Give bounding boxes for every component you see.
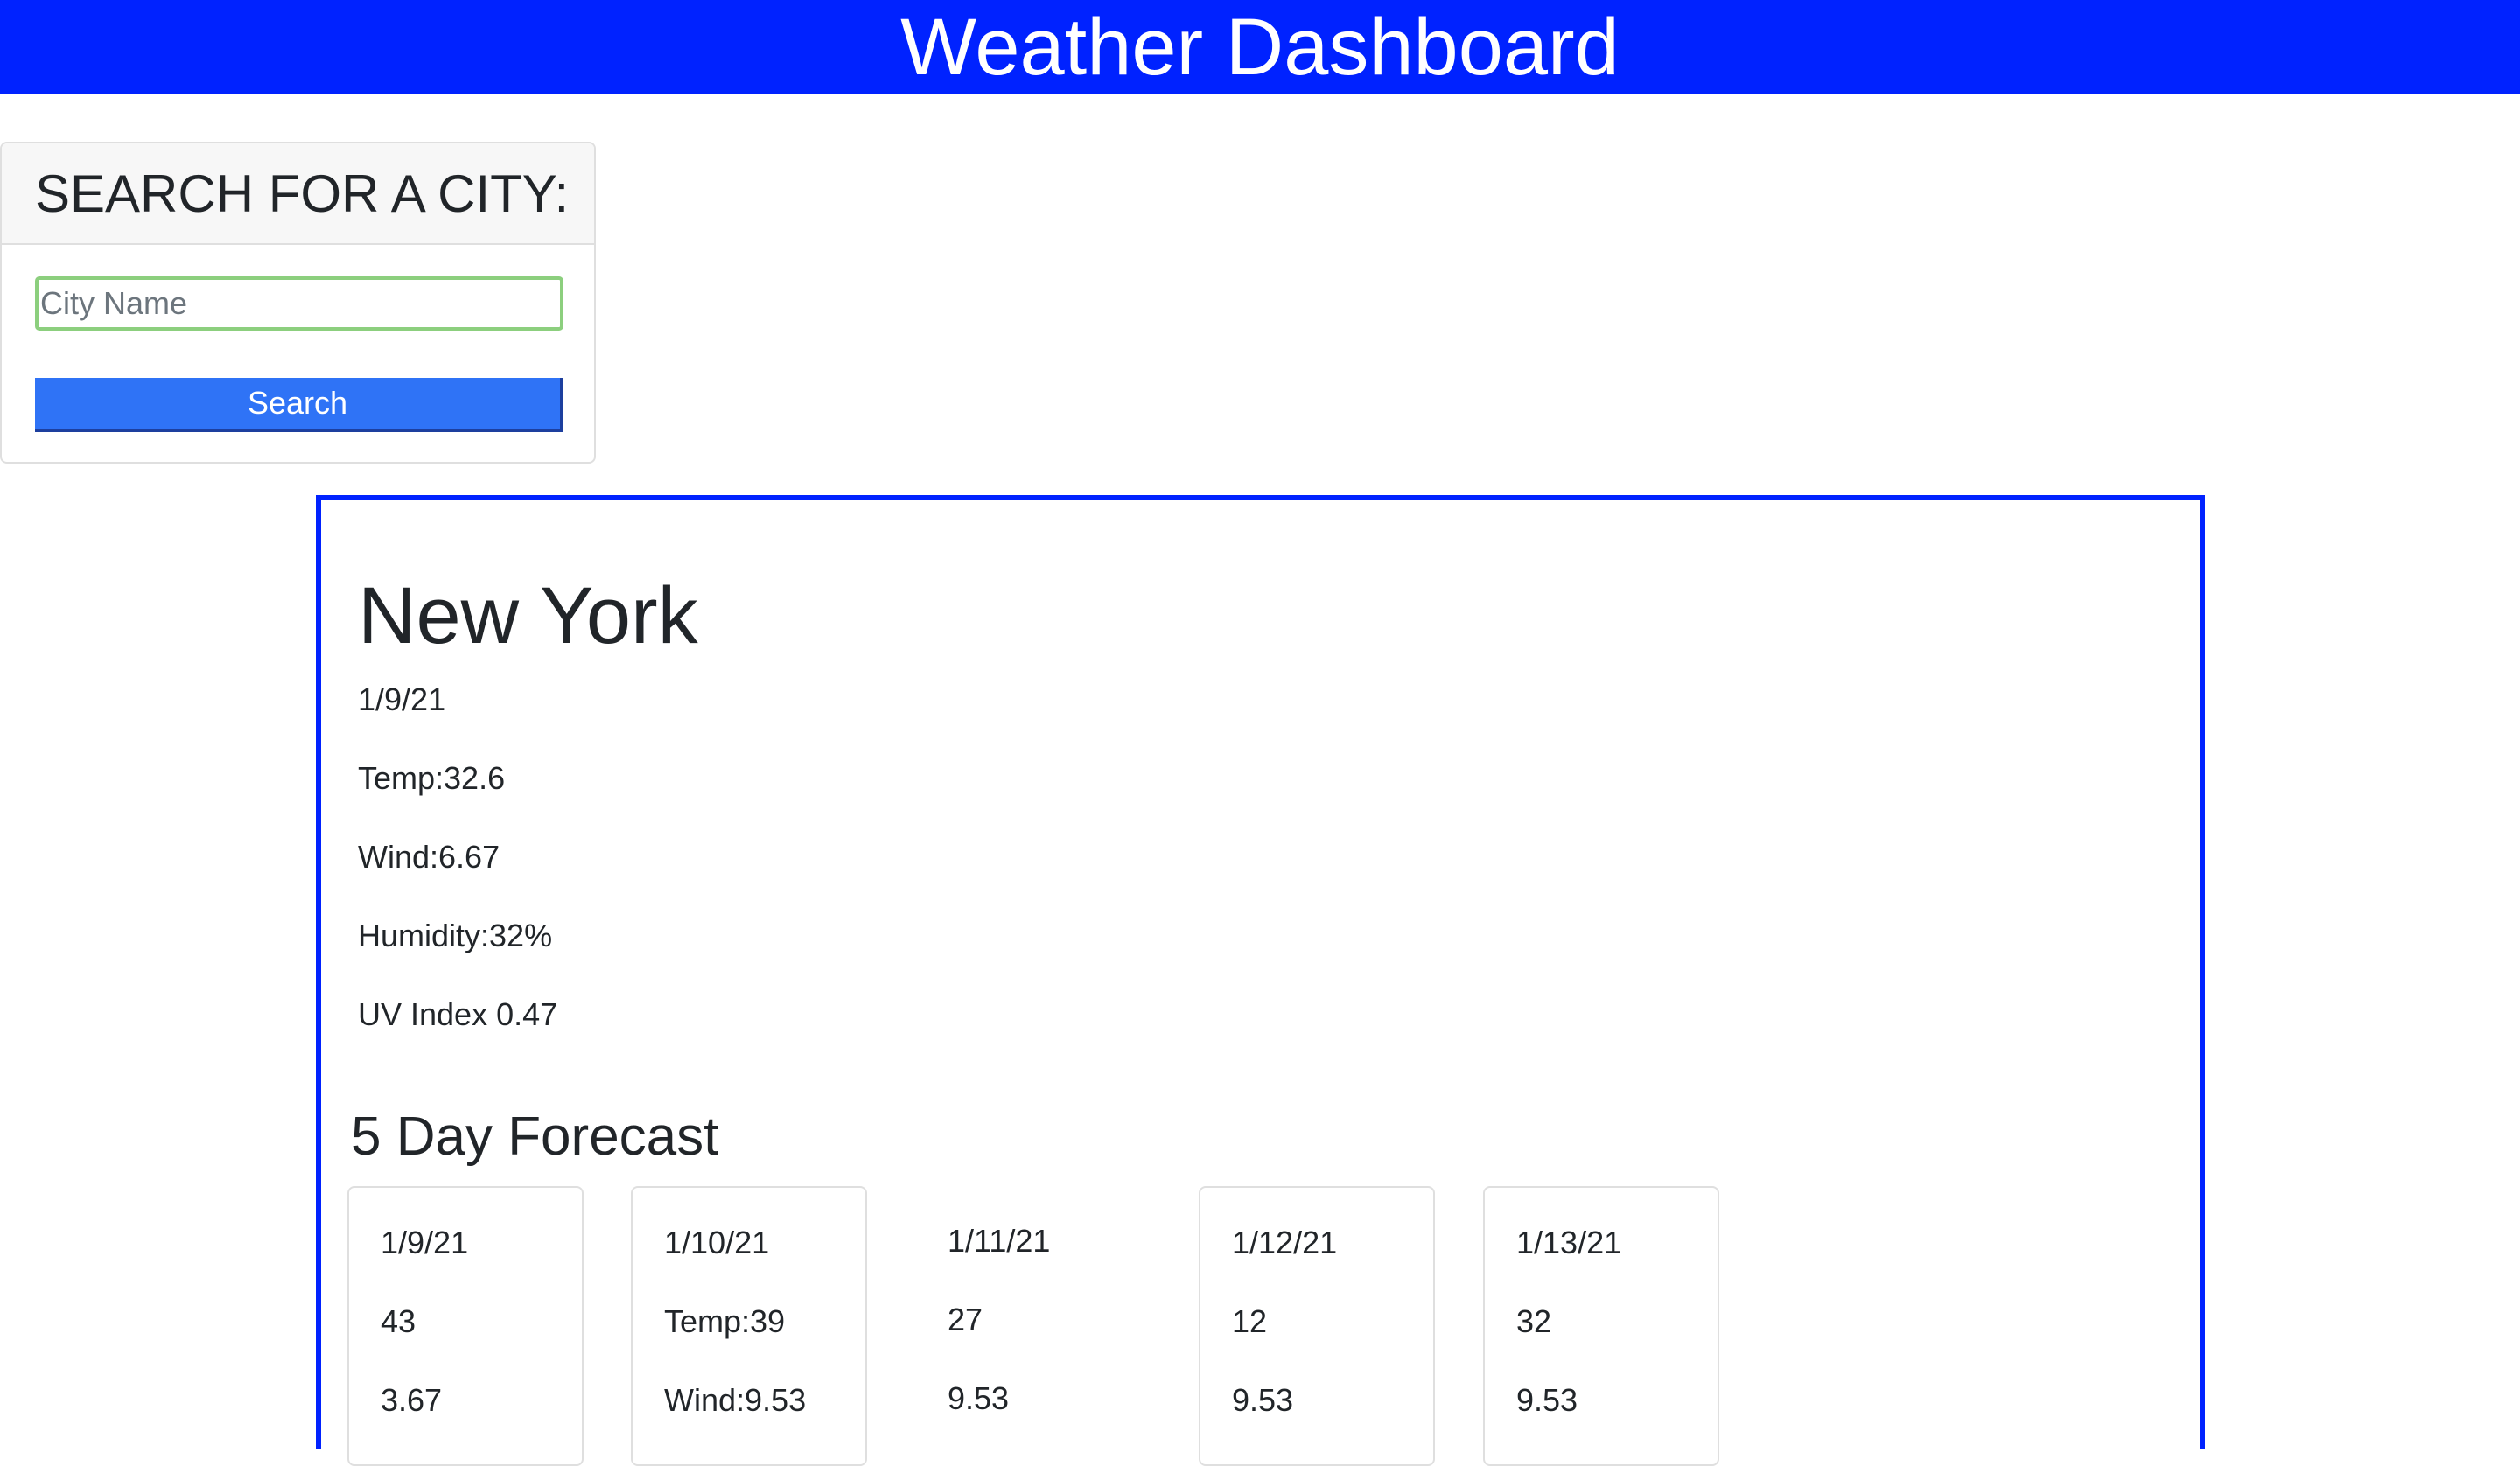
weather-panel: New York 1/9/21 Temp:32.6 Wind:6.67 Humi… [316, 495, 2205, 1466]
forecast-date: 1/13/21 [1516, 1225, 1622, 1260]
forecast-wind: 9.53 [1516, 1382, 1578, 1418]
forecast-card: 1/10/21 Temp:39 Wind:9.53 [631, 1186, 867, 1466]
current-date: 1/9/21 [358, 681, 446, 717]
app-header: Weather Dashboard [0, 0, 2520, 94]
current-uv-index: UV Index 0.47 [358, 996, 558, 1032]
page-title: Weather Dashboard [900, 3, 1620, 92]
forecast-wind: 3.67 [381, 1382, 443, 1418]
forecast-date: 1/10/21 [664, 1225, 770, 1260]
city-name-input[interactable] [35, 276, 564, 331]
forecast-card: 1/12/21 12 9.53 [1199, 1186, 1435, 1466]
forecast-temp: Temp:39 [664, 1303, 786, 1339]
current-humidity: Humidity:32% [358, 918, 553, 953]
current-wind: Wind:6.67 [358, 839, 500, 875]
forecast-temp: 32 [1516, 1303, 1552, 1339]
forecast-title: 5 Day Forecast [351, 1106, 719, 1167]
forecast-card: 1/13/21 32 9.53 [1483, 1186, 1719, 1466]
forecast-date: 1/12/21 [1232, 1225, 1338, 1260]
forecast-card: 1/11/21 27 9.53 [914, 1186, 1151, 1466]
forecast-date: 1/11/21 [948, 1223, 1051, 1259]
current-city-name: New York [358, 571, 698, 660]
search-card: SEARCH FOR A CITY: Search [0, 142, 596, 464]
forecast-wind: Wind:9.53 [664, 1382, 807, 1418]
forecast-temp: 12 [1232, 1303, 1268, 1339]
search-button[interactable]: Search [35, 378, 564, 432]
forecast-wind: 9.53 [948, 1380, 1010, 1416]
current-temp: Temp:32.6 [358, 760, 506, 796]
forecast-temp: 43 [381, 1303, 416, 1339]
forecast-temp: 27 [948, 1302, 984, 1337]
forecast-card: 1/9/21 43 3.67 [347, 1186, 584, 1466]
forecast-wind: 9.53 [1232, 1382, 1294, 1418]
search-heading: SEARCH FOR A CITY: [35, 164, 570, 223]
search-card-header: SEARCH FOR A CITY: [2, 143, 594, 245]
forecast-date: 1/9/21 [381, 1225, 469, 1260]
